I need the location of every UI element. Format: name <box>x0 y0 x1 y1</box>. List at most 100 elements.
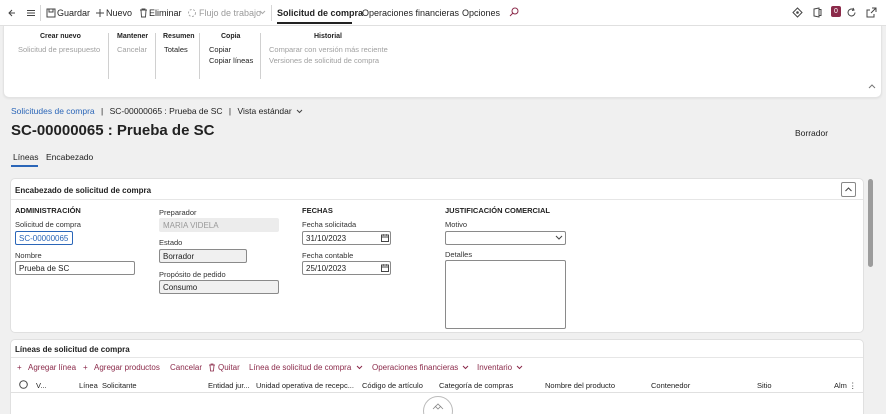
column-header[interactable]: V... <box>36 381 47 390</box>
column-header[interactable]: Alm <box>834 381 847 390</box>
toolbar-divider <box>40 5 41 21</box>
request-quote-button[interactable]: Solicitud de presupuesto <box>18 45 100 54</box>
add-line-button[interactable]: Agregar línea <box>28 363 76 372</box>
tab-financial-operations[interactable]: Operaciones financieras <box>362 8 459 18</box>
chevron-down-icon <box>356 365 363 370</box>
plus-icon: + <box>17 363 22 372</box>
menu-icon[interactable] <box>26 8 36 18</box>
group-title-summary: Resumen <box>163 33 195 40</box>
line-menu-button[interactable]: Línea de solicitud de compra <box>249 363 351 372</box>
workflow-icon <box>187 8 197 18</box>
delete-button[interactable]: Eliminar <box>149 8 182 18</box>
column-header[interactable]: Unidad operativa de recepc... <box>256 381 354 390</box>
tab-header[interactable]: Encabezado <box>46 152 93 162</box>
chevron-down-icon[interactable] <box>555 235 563 240</box>
notification-badge[interactable]: 0 <box>831 6 841 17</box>
remove-line-button[interactable]: Quitar <box>218 363 240 372</box>
new-button[interactable]: Nuevo <box>106 8 132 18</box>
add-products-icon: + <box>83 363 88 372</box>
column-header[interactable]: Línea <box>79 381 98 390</box>
chevron-down-icon <box>462 365 469 370</box>
justification-heading: JUSTIFICACIÓN COMERCIAL <box>445 206 550 215</box>
cancel-requisition-button[interactable]: Cancelar <box>117 45 147 54</box>
more-options-icon[interactable]: ⋮ <box>849 381 857 390</box>
compare-version-button[interactable]: Comparar con versión más reciente <box>269 45 388 54</box>
select-all-radio[interactable] <box>19 380 28 389</box>
action-ribbon: Crear nuevo Solicitud de presupuesto Man… <box>3 26 882 98</box>
active-tab-indicator <box>11 165 38 167</box>
page-title: SC-00000065 : Prueba de SC <box>11 122 215 139</box>
back-icon[interactable] <box>7 8 17 18</box>
breadcrumb-record: SC-00000065 : Prueba de SC <box>109 106 223 116</box>
tab-lines[interactable]: Líneas <box>13 152 39 162</box>
calendar-icon[interactable] <box>381 264 389 272</box>
trash-icon <box>208 363 216 372</box>
requested-date-field[interactable]: 31/10/2023 <box>302 231 391 245</box>
lines-card-title: Líneas de solicitud de compra <box>15 345 130 354</box>
preparer-field: MARIA VIDELA <box>159 218 279 232</box>
column-header[interactable]: Código de artículo <box>362 381 423 390</box>
chevron-down-icon <box>516 365 523 370</box>
breadcrumb-separator: | <box>101 106 104 116</box>
card-divider <box>11 199 863 200</box>
plus-icon <box>95 8 105 18</box>
req-number-label: Solicitud de compra <box>15 220 81 229</box>
group-divider <box>260 33 261 79</box>
column-header[interactable]: Entidad jur... <box>208 381 250 390</box>
card-divider <box>11 357 863 358</box>
empty-grid-illustration-icon <box>423 396 453 414</box>
search-icon[interactable] <box>509 7 519 17</box>
accounting-date-value: 25/10/2023 <box>306 264 347 273</box>
column-header[interactable]: Contenedor <box>651 381 690 390</box>
req-number-field[interactable]: SC-00000065 <box>15 231 73 245</box>
diamond-icon[interactable] <box>792 7 803 18</box>
copy-lines-button[interactable]: Copiar líneas <box>209 56 253 65</box>
workflow-button[interactable]: Flujo de trabajo <box>199 8 261 18</box>
page-scrollbar-thumb[interactable] <box>868 179 873 267</box>
chevron-down-icon <box>259 10 266 15</box>
dates-heading: FECHAS <box>302 206 333 215</box>
reason-label: Motivo <box>445 220 468 229</box>
office-icon[interactable] <box>812 7 822 18</box>
totals-button[interactable]: Totales <box>164 45 188 54</box>
grid-header-divider <box>10 392 864 393</box>
purpose-field: Consumo <box>159 280 279 294</box>
toolbar-divider <box>271 5 272 21</box>
inventory-menu-button[interactable]: Inventario <box>477 363 512 372</box>
calendar-icon[interactable] <box>381 234 389 242</box>
popout-icon[interactable] <box>866 7 877 18</box>
column-header[interactable]: Sitio <box>757 381 772 390</box>
column-header[interactable]: Nombre del producto <box>545 381 615 390</box>
accounting-date-field[interactable]: 25/10/2023 <box>302 261 391 275</box>
name-label: Nombre <box>15 251 42 260</box>
view-selector[interactable]: Vista estándar <box>238 106 292 116</box>
copy-button[interactable]: Copiar <box>209 45 231 54</box>
tab-purchase-requisition[interactable]: Solicitud de compra <box>277 8 363 18</box>
breadcrumb-root-link[interactable]: Solicitudes de compra <box>11 106 95 116</box>
details-label: Detalles <box>445 250 473 259</box>
trash-icon <box>139 8 148 18</box>
save-button[interactable]: Guardar <box>57 8 90 18</box>
collapse-ribbon-icon[interactable] <box>868 83 876 89</box>
cancel-line-button[interactable]: Cancelar <box>170 363 202 372</box>
status-text: Borrador <box>795 128 829 138</box>
group-divider <box>155 33 156 79</box>
tab-options[interactable]: Opciones <box>462 8 500 18</box>
chevron-down-icon[interactable] <box>296 109 303 114</box>
name-field[interactable]: Prueba de SC <box>15 261 135 275</box>
column-header[interactable]: Solicitante <box>102 381 137 390</box>
column-header[interactable]: Categoría de compras <box>439 381 513 390</box>
details-textarea[interactable] <box>445 260 566 329</box>
state-field: Borrador <box>159 249 247 263</box>
add-products-button[interactable]: Agregar productos <box>94 363 160 372</box>
collapse-section-button[interactable] <box>841 182 856 197</box>
reason-dropdown[interactable] <box>445 231 566 245</box>
group-title-create: Crear nuevo <box>40 33 81 40</box>
requisition-versions-button[interactable]: Versiones de solicitud de compra <box>269 56 379 65</box>
line-financial-menu-button[interactable]: Operaciones financieras <box>372 363 458 372</box>
requested-date-label: Fecha solicitada <box>302 220 357 229</box>
admin-heading: ADMINISTRACIÓN <box>15 206 81 215</box>
purpose-label: Propósito de pedido <box>159 270 226 279</box>
group-title-copy: Copia <box>221 33 241 40</box>
refresh-icon[interactable] <box>846 7 857 18</box>
